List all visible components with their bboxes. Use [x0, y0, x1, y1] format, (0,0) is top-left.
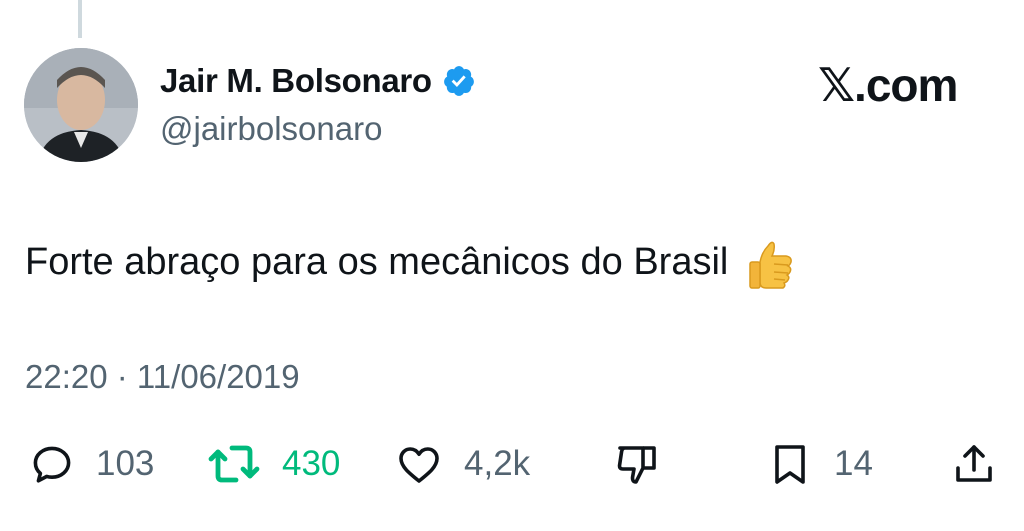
tweet-timestamp[interactable]: 22:20 · 11/06/2019: [25, 358, 300, 396]
dislike-button[interactable]: [612, 440, 662, 488]
retweet-icon: [208, 445, 260, 483]
x-com-logo: 𝕏.com: [818, 59, 958, 111]
bookmark-icon: [775, 445, 805, 484]
reply-count: 103: [96, 444, 155, 483]
share-icon: [956, 445, 992, 482]
bookmark-button[interactable]: 14: [766, 440, 873, 488]
profile-photo-icon: [24, 48, 138, 162]
reply-icon: [33, 446, 71, 483]
thumbs-up-emoji-icon: [742, 234, 798, 290]
retweet-count: 430: [282, 444, 341, 483]
verified-badge-icon: [442, 64, 476, 98]
like-count: 4,2k: [464, 444, 531, 483]
like-button[interactable]: 4,2k: [394, 440, 530, 488]
tweet-text: Forte abraço para os mecânicos do Brasil: [25, 240, 729, 283]
retweet-button[interactable]: 430: [206, 440, 340, 488]
tweet-body: Forte abraço para os mecânicos do Brasil: [25, 234, 798, 290]
author-name-row: Jair M. Bolsonaro: [160, 62, 476, 100]
reply-button[interactable]: 103: [28, 440, 154, 488]
thread-connector-line: [78, 0, 82, 38]
author-display-name[interactable]: Jair M. Bolsonaro: [160, 62, 432, 100]
avatar[interactable]: [24, 48, 138, 162]
bookmark-count: 14: [834, 444, 873, 483]
thumbs-down-icon: [617, 446, 656, 484]
heart-icon: [399, 447, 439, 483]
author-handle[interactable]: @jairbolsonaro: [160, 110, 382, 148]
share-button[interactable]: [950, 440, 998, 488]
